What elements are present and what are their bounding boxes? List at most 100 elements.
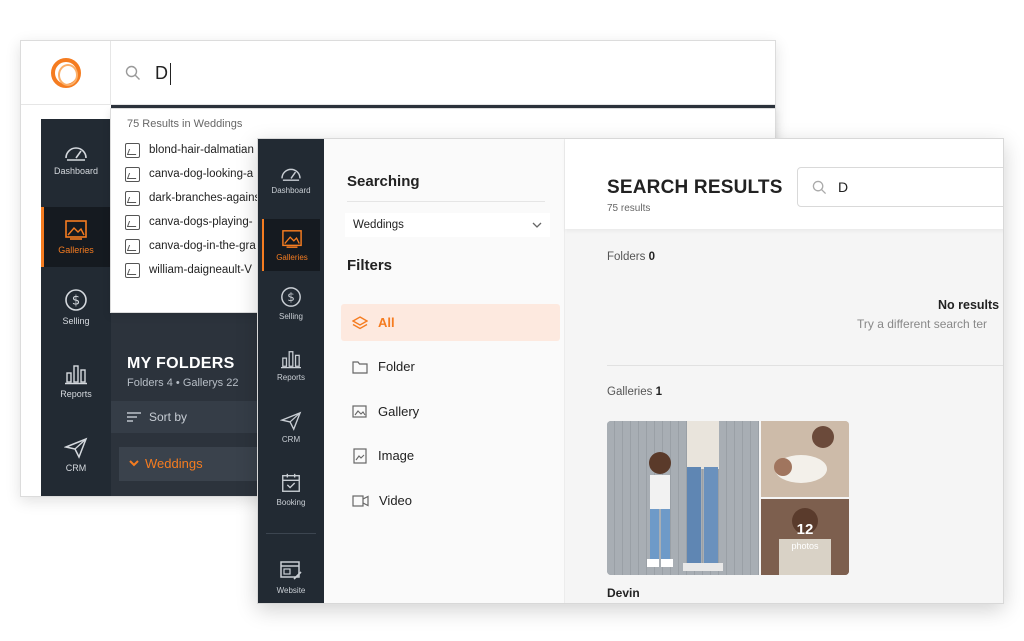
dropdown-header: 75 Results in Weddings (127, 118, 243, 130)
section-label: Galleries (607, 386, 653, 398)
dropdown-result-item[interactable]: blond-hair-dalmatian (125, 140, 254, 160)
photo-parent-baby (761, 421, 849, 497)
sidebar-item-crm[interactable]: CRM (41, 425, 111, 485)
sidebar-item-label: Booking (276, 497, 306, 507)
sidebar-item-label: Website (276, 585, 306, 595)
sidebar-item-label: Selling (278, 311, 303, 321)
image-file-icon (125, 238, 140, 254)
sidebar-item-label: Reports (60, 389, 92, 399)
galleries-section-label: Galleries 1 (607, 386, 662, 398)
filter-label: Gallery (378, 404, 420, 419)
dropdown-result-item[interactable]: canva-dog-looking-a (125, 164, 253, 184)
website-icon (280, 560, 302, 580)
calendar-icon (282, 473, 300, 492)
gallery-thumb-1 (761, 421, 849, 497)
sidebar-item-label: Dashboard (53, 166, 99, 176)
galleries-icon (282, 229, 302, 248)
paper-plane-icon (280, 411, 302, 431)
galleries-count: 1 (655, 386, 662, 398)
chevron-down-icon (128, 456, 140, 474)
dollar-icon: $ (281, 286, 301, 307)
filter-video[interactable]: Video (341, 482, 560, 519)
page-title: SEARCH RESULTS (607, 177, 783, 198)
folder-weddings-label: Weddings (145, 456, 203, 471)
global-search-input[interactable]: D (155, 63, 171, 86)
gallery-photo-count-label: photos (791, 541, 819, 551)
filter-label: Video (379, 493, 413, 508)
dashboard-icon (65, 147, 87, 161)
dollar-icon: $ (65, 289, 87, 311)
image-file-icon (125, 262, 140, 278)
sort-icon (127, 412, 141, 422)
back-sidebar: Dashboard Galleries $ Selling Reports CR… (41, 119, 111, 496)
searching-heading: Searching (347, 173, 420, 190)
sidebar-item-label: Reports (276, 372, 305, 382)
filter-label: Folder (378, 359, 415, 374)
filter-image[interactable]: Image (341, 437, 560, 474)
gallery-cover-photo (607, 421, 759, 575)
search-icon (812, 180, 827, 200)
sort-by-button[interactable]: Sort by (127, 410, 187, 424)
sidebar-item-reports[interactable]: Reports (262, 339, 320, 391)
my-folders-title: MY FOLDERS (127, 355, 235, 372)
gallery-card[interactable]: 12 photos (607, 421, 849, 575)
search-query-value: D (838, 179, 849, 195)
dashboard-icon (281, 168, 301, 181)
folder-icon (352, 360, 368, 374)
search-scope-select[interactable]: Weddings (345, 213, 550, 237)
sidebar-item-crm[interactable]: CRM (262, 401, 320, 453)
dropdown-result-item[interactable]: dark-branches-agains (125, 188, 260, 208)
dropdown-result-item[interactable]: canva-dog-in-the-gra (125, 236, 256, 256)
folders-section-label: Folders 0 (607, 251, 655, 263)
app-logo[interactable] (21, 41, 111, 105)
text-caret (170, 63, 171, 86)
logo-ring-icon (50, 58, 81, 88)
sidebar-item-dashboard[interactable]: Dashboard (262, 153, 320, 205)
sidebar-item-website[interactable]: Website (262, 551, 320, 603)
search-scope-value: Weddings (353, 219, 404, 231)
sidebar-item-selling[interactable]: $ Selling (262, 277, 320, 329)
sidebar-item-galleries[interactable]: Galleries (41, 207, 111, 267)
sidebar-item-label: Galleries (276, 252, 308, 262)
filter-gallery[interactable]: Gallery (341, 393, 560, 430)
gallery-name[interactable]: Devin (607, 586, 640, 600)
sidebar-divider (266, 533, 316, 534)
paper-plane-icon (64, 437, 88, 459)
filter-all[interactable]: All (341, 304, 560, 341)
results-search-input[interactable]: D (797, 167, 1003, 207)
sort-by-label: Sort by (149, 410, 188, 424)
back-top-bar: D (21, 41, 775, 105)
galleries-icon (65, 220, 87, 240)
results-header: SEARCH RESULTS 75 results D (565, 139, 1003, 229)
no-results-hint: Try a different search ter (857, 317, 988, 331)
dropdown-result-item[interactable]: canva-dogs-playing- (125, 212, 253, 232)
filter-label: Image (378, 448, 415, 463)
bar-chart-icon (281, 350, 301, 368)
filter-folder[interactable]: Folder (341, 348, 560, 385)
sidebar-item-dashboard[interactable]: Dashboard (41, 129, 111, 189)
folder-weddings[interactable]: Weddings (119, 447, 261, 481)
search-icon (125, 65, 141, 86)
results-pane: SEARCH RESULTS 75 results D Folders 0 No… (565, 139, 1003, 603)
gallery-icon (352, 404, 367, 418)
front-sidebar: Dashboard Galleries $ Selling Reports CR… (258, 139, 324, 603)
photo-figure-adult (683, 421, 723, 571)
image-file-icon (125, 166, 140, 182)
result-filename: william-daigneault-V (149, 264, 252, 276)
sidebar-item-galleries[interactable]: Galleries (262, 219, 320, 271)
my-folders-summary: Folders 4 • Gallerys 22 (127, 377, 239, 389)
image-file-icon (125, 214, 140, 230)
photo-figure-child (647, 452, 673, 567)
sidebar-item-label: CRM (281, 434, 301, 444)
sidebar-item-label: Dashboard (271, 185, 311, 195)
dropdown-result-item[interactable]: william-daigneault-V (125, 260, 252, 280)
chevron-down-icon (532, 220, 542, 232)
folders-count: 0 (648, 251, 655, 263)
sidebar-item-selling[interactable]: $ Selling (41, 277, 111, 337)
filters-heading: Filters (347, 257, 393, 274)
sidebar-item-booking[interactable]: Booking (262, 463, 320, 515)
svg-text:$: $ (287, 290, 295, 304)
video-icon (352, 494, 369, 507)
svg-text:$: $ (72, 294, 80, 309)
sidebar-item-reports[interactable]: Reports (41, 351, 111, 411)
